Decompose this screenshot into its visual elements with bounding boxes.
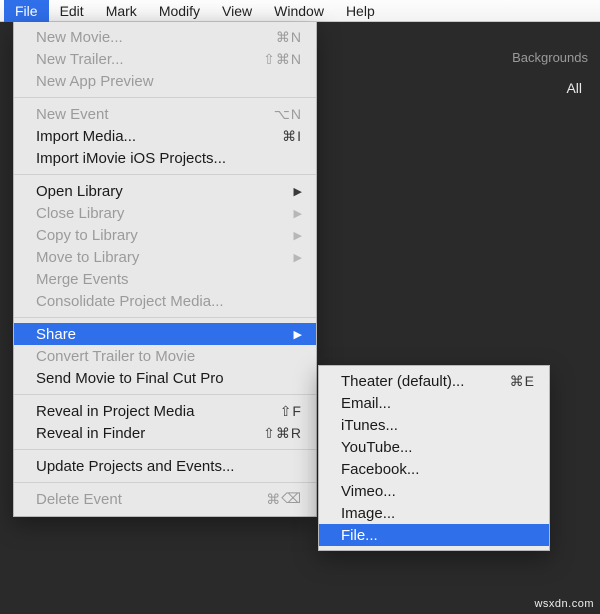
- menu-label: Update Projects and Events...: [36, 458, 302, 475]
- menu-item-share[interactable]: Share ▶: [14, 323, 316, 345]
- menubar-item-file[interactable]: File: [4, 0, 49, 22]
- menu-label: File...: [341, 527, 535, 544]
- menu-label: Import Media...: [36, 128, 272, 145]
- tab-backgrounds[interactable]: Backgrounds: [512, 50, 588, 65]
- menu-label: Send Movie to Final Cut Pro: [36, 370, 302, 387]
- menu-shortcut: ⌘N: [276, 29, 302, 46]
- submenu-item-youtube[interactable]: YouTube...: [319, 436, 549, 458]
- menubar-item-edit[interactable]: Edit: [49, 0, 95, 22]
- menu-shortcut: ⇧⌘R: [263, 425, 302, 442]
- menu-item-close-library[interactable]: Close Library ▶: [14, 202, 316, 224]
- filter-all[interactable]: All: [566, 80, 582, 96]
- menu-label: Vimeo...: [341, 483, 535, 500]
- menu-item-reveal-finder[interactable]: Reveal in Finder ⇧⌘R: [14, 422, 316, 444]
- menu-item-consolidate[interactable]: Consolidate Project Media...: [14, 290, 316, 312]
- menubar: File Edit Mark Modify View Window Help: [0, 0, 600, 22]
- menu-label: Convert Trailer to Movie: [36, 348, 302, 365]
- menu-label: Consolidate Project Media...: [36, 293, 302, 310]
- menu-item-new-app-preview[interactable]: New App Preview: [14, 70, 316, 92]
- watermark: wsxdn.com: [534, 598, 594, 610]
- menu-label: Theater (default)...: [341, 373, 500, 390]
- delete-icon: ⌫: [281, 490, 302, 507]
- menu-item-copy-to-library[interactable]: Copy to Library ▶: [14, 224, 316, 246]
- menu-label: New Movie...: [36, 29, 266, 46]
- menu-separator: [14, 174, 316, 175]
- menubar-item-view[interactable]: View: [211, 0, 263, 22]
- share-submenu: Theater (default)... ⌘E Email... iTunes.…: [318, 365, 550, 551]
- menu-item-import-imovie-ios[interactable]: Import iMovie iOS Projects...: [14, 147, 316, 169]
- menu-separator: [14, 317, 316, 318]
- submenu-arrow-icon: ▶: [294, 230, 302, 242]
- menu-separator: [14, 482, 316, 483]
- submenu-arrow-icon: ▶: [294, 186, 302, 198]
- menubar-item-help[interactable]: Help: [335, 0, 386, 22]
- menu-item-send-to-fcp[interactable]: Send Movie to Final Cut Pro: [14, 367, 316, 389]
- menu-label: New Event: [36, 106, 264, 123]
- menu-item-reveal-project[interactable]: Reveal in Project Media ⇧F: [14, 400, 316, 422]
- menu-item-import-media[interactable]: Import Media... ⌘I: [14, 125, 316, 147]
- menu-shortcut: ⌘⌫: [266, 491, 302, 508]
- file-dropdown: New Movie... ⌘N New Trailer... ⇧⌘N New A…: [13, 22, 317, 517]
- submenu-item-file[interactable]: File...: [319, 524, 549, 546]
- menu-label: Facebook...: [341, 461, 535, 478]
- menu-label: Reveal in Project Media: [36, 403, 270, 420]
- menu-label: Move to Library: [36, 249, 288, 266]
- submenu-item-image[interactable]: Image...: [319, 502, 549, 524]
- submenu-arrow-icon: ▶: [294, 329, 302, 341]
- app-tabs: Backgrounds: [512, 50, 588, 65]
- menu-item-new-movie[interactable]: New Movie... ⌘N: [14, 26, 316, 48]
- menu-item-new-event[interactable]: New Event ⌥N: [14, 103, 316, 125]
- menu-shortcut: ⌥N: [274, 106, 302, 123]
- menu-item-move-to-library[interactable]: Move to Library ▶: [14, 246, 316, 268]
- menu-label: Close Library: [36, 205, 288, 222]
- menu-label: New Trailer...: [36, 51, 253, 68]
- menu-label: Email...: [341, 395, 535, 412]
- menu-shortcut: ⌘I: [282, 128, 302, 145]
- submenu-item-theater[interactable]: Theater (default)... ⌘E: [319, 370, 549, 392]
- menu-item-new-trailer[interactable]: New Trailer... ⇧⌘N: [14, 48, 316, 70]
- menu-label: Share: [36, 326, 288, 343]
- menu-separator: [14, 97, 316, 98]
- submenu-item-itunes[interactable]: iTunes...: [319, 414, 549, 436]
- menu-item-open-library[interactable]: Open Library ▶: [14, 180, 316, 202]
- menu-label: Image...: [341, 505, 535, 522]
- menu-item-delete-event[interactable]: Delete Event ⌘⌫: [14, 488, 316, 510]
- menu-shortcut: ⇧⌘N: [263, 51, 302, 68]
- menu-label: New App Preview: [36, 73, 302, 90]
- menu-label: Merge Events: [36, 271, 302, 288]
- submenu-item-vimeo[interactable]: Vimeo...: [319, 480, 549, 502]
- menu-label: Import iMovie iOS Projects...: [36, 150, 302, 167]
- menu-item-convert-trailer[interactable]: Convert Trailer to Movie: [14, 345, 316, 367]
- menubar-item-modify[interactable]: Modify: [148, 0, 211, 22]
- menu-label: Open Library: [36, 183, 288, 200]
- menubar-item-window[interactable]: Window: [263, 0, 335, 22]
- menu-label: iTunes...: [341, 417, 535, 434]
- submenu-item-email[interactable]: Email...: [319, 392, 549, 414]
- menu-label: Copy to Library: [36, 227, 288, 244]
- menubar-item-mark[interactable]: Mark: [95, 0, 148, 22]
- menu-shortcut: ⌘E: [510, 373, 535, 390]
- menu-item-merge-events[interactable]: Merge Events: [14, 268, 316, 290]
- menu-label: Reveal in Finder: [36, 425, 253, 442]
- menu-item-update-projects[interactable]: Update Projects and Events...: [14, 455, 316, 477]
- menu-label: YouTube...: [341, 439, 535, 456]
- submenu-arrow-icon: ▶: [294, 208, 302, 220]
- submenu-item-facebook[interactable]: Facebook...: [319, 458, 549, 480]
- menu-label: Delete Event: [36, 491, 256, 508]
- menu-separator: [14, 394, 316, 395]
- menu-shortcut: ⇧F: [280, 403, 302, 420]
- menu-separator: [14, 449, 316, 450]
- submenu-arrow-icon: ▶: [294, 252, 302, 264]
